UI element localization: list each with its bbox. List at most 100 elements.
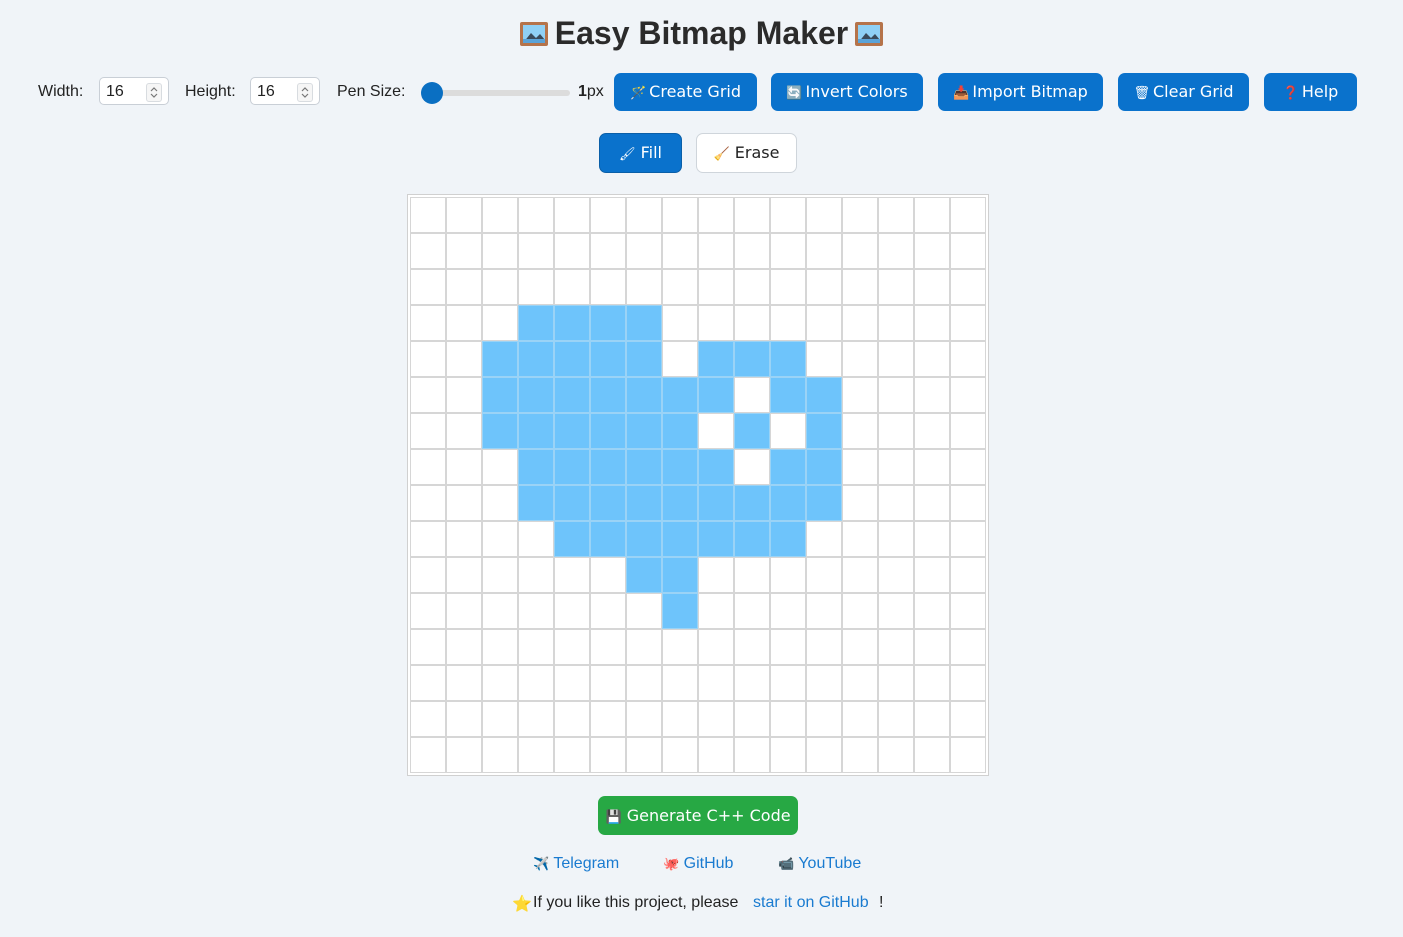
grid-cell[interactable] [842, 485, 878, 521]
grid-cell[interactable] [950, 629, 986, 665]
grid-cell[interactable] [950, 269, 986, 305]
grid-cell[interactable] [698, 629, 734, 665]
grid-cell[interactable] [770, 197, 806, 233]
grid-cell[interactable] [518, 521, 554, 557]
grid-cell[interactable] [482, 305, 518, 341]
grid-cell[interactable] [590, 341, 626, 377]
grid-cell[interactable] [806, 413, 842, 449]
grid-cell[interactable] [770, 521, 806, 557]
erase-mode-button[interactable]: 🧹 Erase [696, 133, 797, 173]
grid-cell[interactable] [410, 557, 446, 593]
grid-cell[interactable] [662, 701, 698, 737]
grid-cell[interactable] [518, 341, 554, 377]
grid-cell[interactable] [626, 485, 662, 521]
grid-cell[interactable] [410, 341, 446, 377]
grid-cell[interactable] [950, 197, 986, 233]
grid-cell[interactable] [950, 377, 986, 413]
grid-cell[interactable] [410, 269, 446, 305]
create-grid-button[interactable]: 🪄 Create Grid [614, 73, 757, 111]
grid-cell[interactable] [554, 305, 590, 341]
grid-cell[interactable] [698, 377, 734, 413]
grid-cell[interactable] [446, 701, 482, 737]
grid-cell[interactable] [950, 449, 986, 485]
grid-cell[interactable] [518, 197, 554, 233]
grid-cell[interactable] [950, 737, 986, 773]
width-spinner[interactable] [146, 83, 162, 102]
grid-cell[interactable] [878, 449, 914, 485]
grid-cell[interactable] [698, 737, 734, 773]
grid-cell[interactable] [842, 269, 878, 305]
grid-cell[interactable] [554, 269, 590, 305]
grid-cell[interactable] [662, 377, 698, 413]
grid-cell[interactable] [590, 485, 626, 521]
grid-cell[interactable] [878, 341, 914, 377]
grid-cell[interactable] [446, 521, 482, 557]
grid-cell[interactable] [626, 197, 662, 233]
grid-cell[interactable] [482, 665, 518, 701]
grid-cell[interactable] [590, 593, 626, 629]
grid-cell[interactable] [806, 737, 842, 773]
grid-cell[interactable] [770, 701, 806, 737]
grid-cell[interactable] [518, 557, 554, 593]
grid-cell[interactable] [770, 449, 806, 485]
grid-cell[interactable] [590, 737, 626, 773]
grid-cell[interactable] [518, 233, 554, 269]
grid-cell[interactable] [554, 449, 590, 485]
grid-cell[interactable] [662, 665, 698, 701]
grid-cell[interactable] [842, 449, 878, 485]
grid-cell[interactable] [734, 305, 770, 341]
grid-cell[interactable] [806, 629, 842, 665]
grid-cell[interactable] [482, 593, 518, 629]
grid-cell[interactable] [734, 629, 770, 665]
grid-cell[interactable] [446, 341, 482, 377]
grid-cell[interactable] [410, 629, 446, 665]
grid-cell[interactable] [518, 737, 554, 773]
grid-cell[interactable] [914, 485, 950, 521]
grid-cell[interactable] [842, 629, 878, 665]
grid-cell[interactable] [410, 377, 446, 413]
grid-cell[interactable] [662, 521, 698, 557]
grid-cell[interactable] [806, 233, 842, 269]
grid-cell[interactable] [878, 269, 914, 305]
grid-cell[interactable] [806, 485, 842, 521]
grid-cell[interactable] [770, 629, 806, 665]
grid-cell[interactable] [626, 665, 662, 701]
telegram-link[interactable]: ✈️ Telegram [533, 855, 619, 873]
grid-cell[interactable] [914, 377, 950, 413]
grid-cell[interactable] [698, 485, 734, 521]
grid-cell[interactable] [698, 701, 734, 737]
grid-cell[interactable] [410, 233, 446, 269]
grid-cell[interactable] [806, 665, 842, 701]
grid-cell[interactable] [878, 557, 914, 593]
grid-cell[interactable] [878, 233, 914, 269]
grid-cell[interactable] [482, 377, 518, 413]
grid-cell[interactable] [446, 305, 482, 341]
grid-cell[interactable] [770, 341, 806, 377]
width-input[interactable]: 16 [99, 77, 169, 105]
grid-cell[interactable] [914, 233, 950, 269]
grid-cell[interactable] [482, 449, 518, 485]
grid-cell[interactable] [626, 701, 662, 737]
grid-cell[interactable] [446, 269, 482, 305]
grid-cell[interactable] [842, 665, 878, 701]
grid-cell[interactable] [806, 269, 842, 305]
grid-cell[interactable] [590, 197, 626, 233]
grid-cell[interactable] [806, 305, 842, 341]
grid-cell[interactable] [518, 629, 554, 665]
height-input[interactable]: 16 [250, 77, 320, 105]
grid-cell[interactable] [878, 629, 914, 665]
grid-cell[interactable] [770, 233, 806, 269]
grid-cell[interactable] [410, 593, 446, 629]
fill-mode-button[interactable]: 🖌 Fill [599, 133, 682, 173]
grid-cell[interactable] [662, 305, 698, 341]
grid-cell[interactable] [950, 593, 986, 629]
grid-cell[interactable] [626, 413, 662, 449]
grid-cell[interactable] [914, 413, 950, 449]
grid-cell[interactable] [446, 485, 482, 521]
grid-cell[interactable] [626, 341, 662, 377]
grid-cell[interactable] [590, 305, 626, 341]
grid-cell[interactable] [698, 593, 734, 629]
grid-cell[interactable] [590, 233, 626, 269]
grid-cell[interactable] [590, 377, 626, 413]
grid-cell[interactable] [482, 485, 518, 521]
